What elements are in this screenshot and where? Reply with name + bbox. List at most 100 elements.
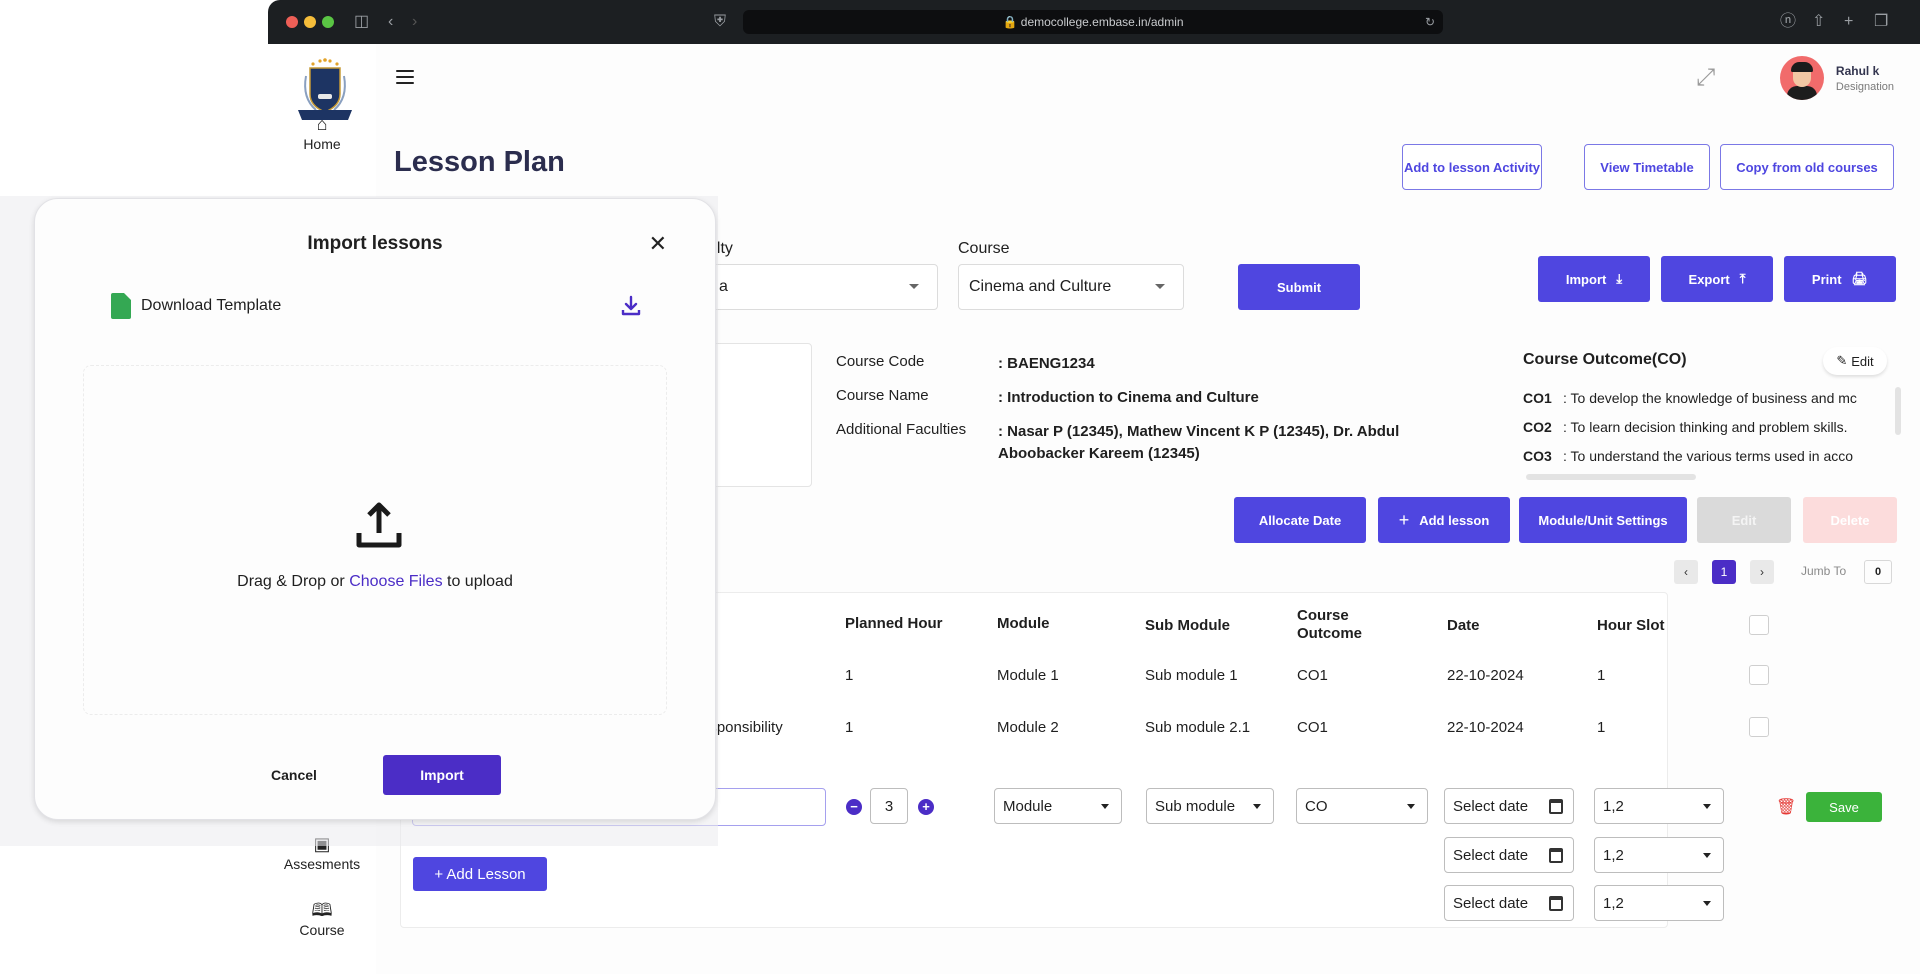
new-tab-icon[interactable]: + [1844, 12, 1853, 32]
copy-from-old-courses-button[interactable]: Copy from old courses [1720, 144, 1894, 190]
modal-title: Import lessons [307, 233, 443, 254]
course-name-value: : Introduction to Cinema and Culture [998, 389, 1259, 406]
drop-instructions: Drag & Drop or Choose Files to upload [35, 573, 715, 591]
close-window-icon[interactable] [286, 16, 298, 28]
back-icon[interactable]: ‹ [388, 12, 393, 32]
chevron-down-icon [1703, 804, 1711, 809]
sidebar-toggle-icon[interactable]: ◫ [354, 12, 369, 32]
date-picker[interactable]: Select date [1444, 837, 1574, 873]
module-unit-settings-button[interactable]: Module/Unit Settings [1519, 497, 1687, 543]
sidebar-item-course[interactable]: 🕮 Course [268, 900, 376, 938]
lock-icon: 🔒 [1002, 15, 1018, 29]
course-image-card [708, 343, 812, 487]
course-code-value: : BAENG1234 [998, 355, 1095, 372]
hour-slot-select[interactable]: 1,2 [1594, 885, 1724, 921]
download-icon[interactable] [619, 294, 643, 318]
drop-prefix: Drag & Drop or [237, 573, 350, 590]
submit-button[interactable]: Submit [1238, 264, 1360, 310]
save-button[interactable]: Save [1806, 792, 1882, 822]
sidebar-item-label: Course [299, 922, 345, 938]
sub-module-cell: Sub module 1 [1145, 667, 1238, 684]
course-select[interactable]: Cinema and Culture [958, 264, 1184, 310]
edit-button[interactable]: Edit [1697, 497, 1791, 543]
hour-slot-cell: 1 [1597, 719, 1606, 736]
allocate-date-button[interactable]: Allocate Date [1234, 497, 1366, 543]
faculty-select[interactable]: a [708, 264, 938, 310]
import-button[interactable]: Import ⤓ [1538, 256, 1650, 302]
prev-page-button[interactable]: ‹ [1674, 560, 1698, 584]
edit-course-outcome-button[interactable]: ✎ Edit [1823, 347, 1887, 375]
select-all-checkbox[interactable] [1749, 615, 1769, 635]
row-checkbox[interactable] [1749, 717, 1769, 737]
co-vertical-scrollbar[interactable] [1895, 387, 1901, 435]
chevron-down-icon [1407, 804, 1415, 809]
date-placeholder: Select date [1453, 846, 1529, 864]
download-template-row[interactable]: Download Template [111, 293, 281, 319]
fullscreen-icon[interactable]: ⤢ [1696, 66, 1720, 90]
column-header: Sub Module [1145, 617, 1230, 634]
cancel-button[interactable]: Cancel [271, 767, 317, 783]
allocate-date-label: Allocate Date [1258, 512, 1342, 528]
forward-icon[interactable]: › [412, 12, 417, 32]
date-picker[interactable]: Select date [1444, 885, 1574, 921]
hour-slot-select[interactable]: 1,2 [1594, 837, 1724, 873]
print-button[interactable]: Print 🖨 [1784, 256, 1896, 302]
page-button[interactable]: 1 [1712, 560, 1736, 584]
additional-faculties-label: Additional Faculties [836, 421, 967, 438]
chevron-down-icon [1101, 804, 1109, 809]
minimize-window-icon[interactable] [304, 16, 316, 28]
sidebar-item-home[interactable]: ⌂ Home [268, 114, 376, 152]
printer-icon: 🖨 [1851, 271, 1869, 286]
import-lessons-modal: Import lessons ✕ Download Template Drag … [34, 198, 716, 820]
share-icon[interactable]: ⇧ [1812, 12, 1825, 32]
view-timetable-button[interactable]: View Timetable [1584, 144, 1710, 190]
delete-button[interactable]: Delete [1803, 497, 1897, 543]
save-label: Save [1829, 799, 1859, 815]
sidebar-item-label: Home [303, 136, 341, 152]
avatar [1779, 56, 1824, 100]
user-profile[interactable]: Rahul k Designation [1779, 56, 1894, 100]
course-outcome-list[interactable]: CO1: To develop the knowledge of busines… [1523, 390, 1893, 470]
browser-toolbar: ◫ ‹ › ⛨ 🔒 democollege.embase.in/admin ↻ … [268, 0, 1920, 44]
decrement-hours-button[interactable]: − [846, 799, 862, 815]
chevron-down-icon [1155, 284, 1165, 289]
increment-hours-button[interactable]: + [918, 799, 934, 815]
add-lesson-button[interactable]: + Add lesson [1378, 497, 1510, 543]
address-bar[interactable]: 🔒 democollege.embase.in/admin ↻ [743, 10, 1443, 34]
jump-to-input[interactable]: 0 [1864, 560, 1892, 584]
date-picker[interactable]: Select date [1444, 788, 1574, 824]
add-to-lesson-activity-button[interactable]: Add to lesson Activity [1402, 144, 1542, 190]
next-page-button[interactable]: › [1750, 560, 1774, 584]
close-icon[interactable]: ✕ [649, 233, 667, 255]
download-icon[interactable]: ⓝ [1780, 12, 1796, 32]
sidebar-item-label: Assesments [283, 856, 361, 872]
plus-icon: + [1398, 509, 1410, 530]
hours-input[interactable]: 3 [870, 788, 908, 824]
modal-import-button[interactable]: Import [383, 755, 501, 795]
calendar-icon [1549, 799, 1563, 814]
sub-module-select[interactable]: Sub module [1146, 788, 1274, 824]
co-cell: CO1 [1297, 719, 1328, 736]
module-placeholder: Module [1003, 797, 1053, 815]
module-select[interactable]: Module [994, 788, 1122, 824]
reload-icon[interactable]: ↻ [1425, 10, 1435, 34]
calendar-icon [1549, 848, 1563, 863]
co-item: CO1: To develop the knowledge of busines… [1523, 390, 1857, 406]
column-header: Module [997, 615, 1050, 632]
upload-icon [356, 502, 402, 548]
maximize-window-icon[interactable] [322, 16, 334, 28]
edit-label: Edit [1851, 353, 1874, 369]
menu-toggle-icon[interactable] [396, 70, 414, 84]
row-checkbox[interactable] [1749, 665, 1769, 685]
hour-slot-select[interactable]: 1,2 [1594, 788, 1724, 824]
co-horizontal-scrollbar[interactable] [1526, 474, 1696, 480]
co-select[interactable]: CO [1296, 788, 1428, 824]
export-button[interactable]: Export ⤒ [1661, 256, 1773, 302]
tabs-overview-icon[interactable]: ❐ [1874, 12, 1888, 32]
shield-icon[interactable]: ⛨ [714, 12, 726, 32]
hour-slot-value: 1,2 [1603, 846, 1624, 864]
choose-files-link[interactable]: Choose Files [349, 573, 442, 590]
course-value: Cinema and Culture [969, 278, 1112, 295]
trash-icon[interactable]: 🗑 [1776, 797, 1796, 817]
add-lesson-row-button[interactable]: + Add Lesson [413, 857, 547, 891]
